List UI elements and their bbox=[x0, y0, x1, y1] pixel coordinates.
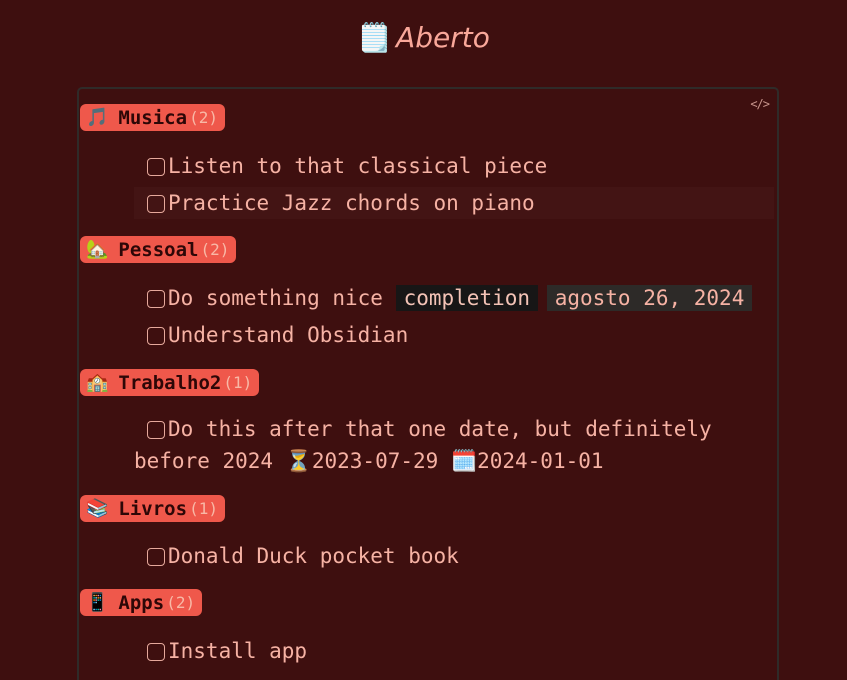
task-text: Do this after that one date, but definit… bbox=[134, 417, 712, 473]
task-checkbox[interactable] bbox=[147, 548, 165, 566]
page-title-text: Aberto bbox=[396, 21, 490, 54]
task-text: Understand Obsidian bbox=[168, 323, 409, 347]
task-item: Do something nice completion agosto 26, … bbox=[134, 282, 774, 314]
group-header-livros[interactable]: 📚 Livros (1) bbox=[80, 495, 225, 522]
group-count: (1) bbox=[223, 373, 253, 392]
task-text: Practice Jazz chords on piano bbox=[168, 191, 535, 215]
group-name: Apps bbox=[118, 591, 165, 614]
group-count: (2) bbox=[189, 108, 218, 127]
task-item bbox=[134, 672, 774, 680]
music-note-icon: 🎵 bbox=[86, 107, 109, 128]
group-name: Pessoal bbox=[118, 238, 199, 261]
house-icon: 🏡 bbox=[86, 239, 109, 260]
task-item: Listen to that classical piece bbox=[134, 150, 774, 182]
group-header-trabalho2[interactable]: 🏫 Trabalho2 (1) bbox=[80, 369, 260, 396]
task-text: Install app bbox=[168, 639, 308, 663]
task-checkbox[interactable] bbox=[147, 421, 165, 439]
group-name: Livros bbox=[118, 497, 188, 520]
task-text: Listen to that classical piece bbox=[168, 154, 548, 178]
group-count: (1) bbox=[189, 499, 218, 518]
task-text: Do something nice bbox=[168, 286, 383, 310]
task-item: Understand Obsidian bbox=[134, 319, 774, 351]
task-item: Do this after that one date, but definit… bbox=[134, 413, 734, 477]
group-header-pessoal[interactable]: 🏡 Pessoal (2) bbox=[80, 236, 237, 263]
task-checkbox[interactable] bbox=[147, 643, 165, 661]
code-view-icon[interactable]: </> bbox=[750, 97, 770, 111]
page-title: 🗒️ Aberto bbox=[0, 14, 847, 62]
task-checkbox[interactable] bbox=[147, 290, 165, 308]
books-icon: 📚 bbox=[86, 498, 109, 519]
completion-field-value: agosto 26, 2024 bbox=[546, 285, 753, 311]
mobile-phone-icon: 📱 bbox=[86, 592, 109, 613]
task-item: Donald Duck pocket book bbox=[134, 540, 774, 572]
task-checkbox[interactable] bbox=[147, 327, 165, 345]
task-item: Practice Jazz chords on piano bbox=[134, 187, 774, 219]
group-count: (2) bbox=[166, 593, 196, 612]
completion-field-label: completion bbox=[395, 285, 539, 311]
task-text: Donald Duck pocket book bbox=[168, 544, 459, 568]
task-item: Install app bbox=[134, 635, 774, 667]
group-header-musica[interactable]: 🎵 Musica (2) bbox=[80, 104, 225, 131]
task-checkbox[interactable] bbox=[147, 195, 165, 213]
notepad-icon: 🗒️ bbox=[357, 21, 393, 54]
task-checkbox[interactable] bbox=[147, 158, 165, 176]
group-name: Trabalho2 bbox=[118, 371, 222, 394]
school-icon: 🏫 bbox=[86, 372, 109, 393]
task-query-panel: </> 🎵 Musica (2) Listen to that classica… bbox=[77, 87, 779, 680]
group-name: Musica bbox=[118, 106, 188, 129]
group-header-apps[interactable]: 📱 Apps (2) bbox=[80, 589, 203, 616]
group-count: (2) bbox=[200, 240, 230, 259]
